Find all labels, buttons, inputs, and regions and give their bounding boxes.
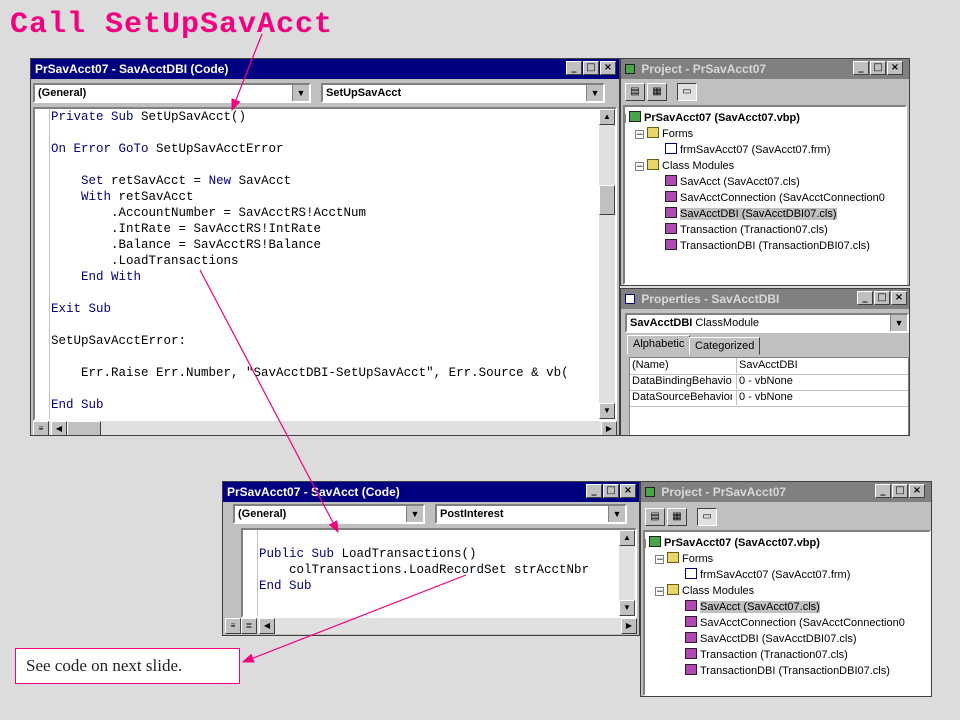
arrow-title-to-sub xyxy=(231,33,263,112)
annotation-arrows xyxy=(199,33,467,663)
arrow-loadrecordset-to-note xyxy=(241,574,467,663)
arrow-loadtransactions-to-bottom xyxy=(199,269,339,534)
